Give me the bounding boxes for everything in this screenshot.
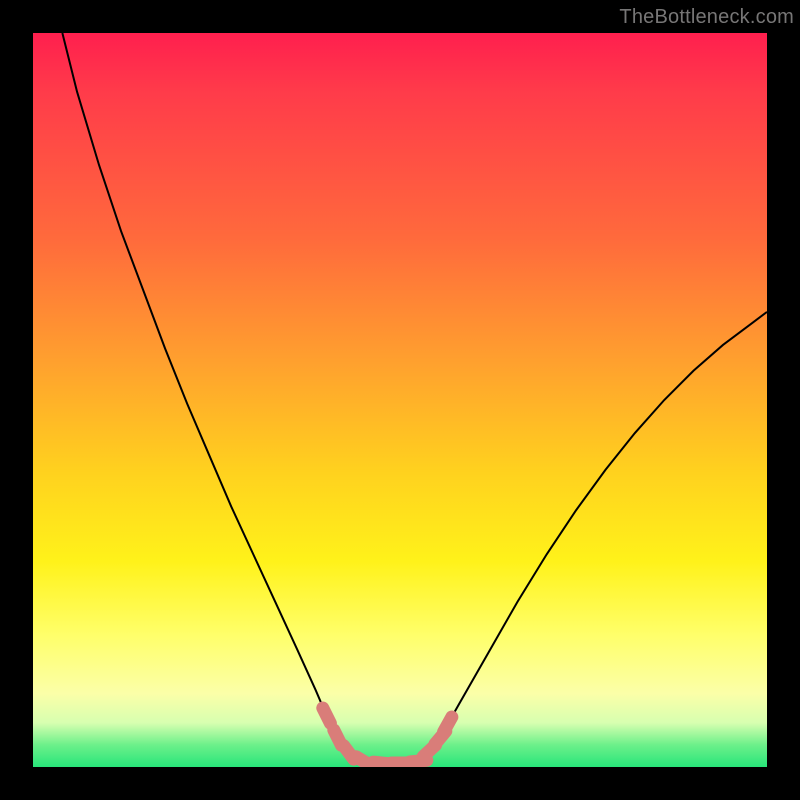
- curve-markers-group: [323, 708, 452, 765]
- chart-plot-area: [33, 33, 767, 767]
- chart-svg-layer: [33, 33, 767, 767]
- curve-marker: [323, 708, 331, 723]
- curve-marker: [444, 717, 452, 732]
- bottleneck-curve: [62, 33, 767, 763]
- watermark-text: TheBottleneck.com: [619, 6, 794, 29]
- outer-frame: TheBottleneck.com: [0, 0, 800, 800]
